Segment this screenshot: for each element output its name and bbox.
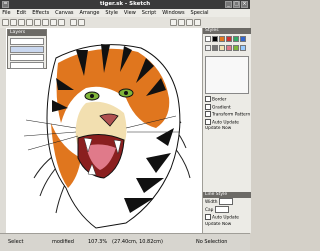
swatch[interactable]	[225, 35, 232, 42]
maximize-button[interactable]: □	[233, 1, 240, 8]
window-title: tiger.sk - Sketch	[99, 1, 151, 7]
swatch[interactable]	[211, 44, 218, 51]
cap-row: Cap	[203, 206, 251, 214]
panel-spacer	[203, 132, 251, 192]
swatch[interactable]	[239, 35, 246, 42]
send-backward-icon[interactable]	[194, 19, 201, 26]
swatch[interactable]	[225, 44, 232, 51]
width-field[interactable]	[218, 198, 233, 205]
menu-edit[interactable]: Edit	[14, 9, 28, 17]
status-selection: No Selection	[196, 239, 228, 245]
cap-field[interactable]	[214, 206, 229, 213]
style-preview	[205, 56, 249, 94]
inspector-panel: Styles Border Gradient Transform Pattern…	[202, 28, 251, 233]
menu-file[interactable]: File	[0, 9, 13, 17]
layer-row[interactable]	[10, 54, 44, 61]
swatch[interactable]	[218, 44, 225, 51]
gradient-row: Gradient	[203, 103, 251, 112]
zoom-tool-icon[interactable]	[58, 19, 65, 26]
border-label: Border	[212, 97, 227, 103]
pen-tool-icon[interactable]	[10, 19, 17, 26]
border-row: Border	[203, 96, 251, 104]
layer-row[interactable]	[10, 46, 44, 53]
update-now-button-2[interactable]: Update Now	[203, 222, 251, 228]
swatch-grid	[203, 34, 251, 54]
status-modified: modified	[52, 239, 74, 245]
oval-tool-icon[interactable]	[34, 19, 41, 26]
transform-row: Transform Pattern	[203, 111, 251, 119]
close-button[interactable]: ×	[241, 1, 248, 8]
auto-update-label-2: Auto Update	[212, 215, 239, 221]
auto-update-label: Auto Update	[212, 120, 239, 125]
line-tool-icon[interactable]	[42, 19, 49, 26]
layer-row[interactable]	[10, 62, 44, 69]
minimize-button[interactable]: _	[225, 1, 232, 8]
gradient-checkbox[interactable]	[205, 103, 211, 110]
gradient-label: Gradient	[212, 105, 231, 110]
menu-arrange[interactable]: Arrange	[77, 9, 101, 17]
swatch[interactable]	[204, 35, 211, 42]
status-coordinates: (27.40cm, 10.82cm)	[112, 239, 163, 245]
menu-effects[interactable]: Effects	[30, 9, 51, 17]
transform-checkbox[interactable]	[205, 111, 211, 117]
swatch[interactable]	[211, 35, 218, 42]
menu-windows[interactable]: Windows	[160, 9, 187, 17]
width-row: Width	[203, 198, 251, 206]
menu-style[interactable]: Style	[103, 9, 120, 17]
width-label: Width	[205, 200, 218, 205]
swatch[interactable]	[204, 44, 211, 51]
menu-script[interactable]: Script	[140, 9, 159, 17]
cap-label: Cap	[205, 208, 214, 213]
menu-view[interactable]: View	[122, 9, 138, 17]
group-icon[interactable]	[70, 19, 77, 26]
auto-update-checkbox[interactable]	[205, 118, 211, 125]
status-tool: Select	[8, 239, 24, 245]
menu-canvas[interactable]: Canvas	[53, 9, 76, 17]
text-tool-icon[interactable]	[18, 19, 25, 26]
status-zoom[interactable]: 107.3%	[88, 237, 107, 247]
select-tool-icon[interactable]	[2, 19, 9, 26]
swatch[interactable]	[232, 44, 239, 51]
layers-panel: Layers	[7, 29, 47, 69]
polygon-tool-icon[interactable]	[50, 19, 57, 26]
swatch[interactable]	[239, 44, 246, 51]
swatch[interactable]	[218, 35, 225, 42]
border-checkbox[interactable]	[205, 96, 211, 102]
align-icon[interactable]	[170, 19, 177, 26]
auto-update-checkbox-2[interactable]	[205, 214, 211, 220]
auto-update-row: Auto Update	[203, 118, 251, 127]
auto-update-row-2: Auto Update	[203, 214, 251, 222]
layers-list	[8, 36, 46, 71]
transform-label: Transform Pattern	[212, 112, 251, 118]
rectangle-tool-icon[interactable]	[26, 19, 33, 26]
distribute-icon[interactable]	[178, 19, 185, 26]
layer-row[interactable]	[10, 38, 44, 45]
ungroup-icon[interactable]	[78, 19, 85, 26]
menu-special[interactable]: Special	[188, 9, 210, 17]
bring-forward-icon[interactable]	[186, 19, 193, 26]
swatch[interactable]	[232, 35, 239, 42]
title-bar: = tiger.sk - Sketch _ □ ×	[0, 0, 250, 9]
status-bar: Select modified 107.3% (27.40cm, 10.82cm…	[0, 233, 250, 251]
